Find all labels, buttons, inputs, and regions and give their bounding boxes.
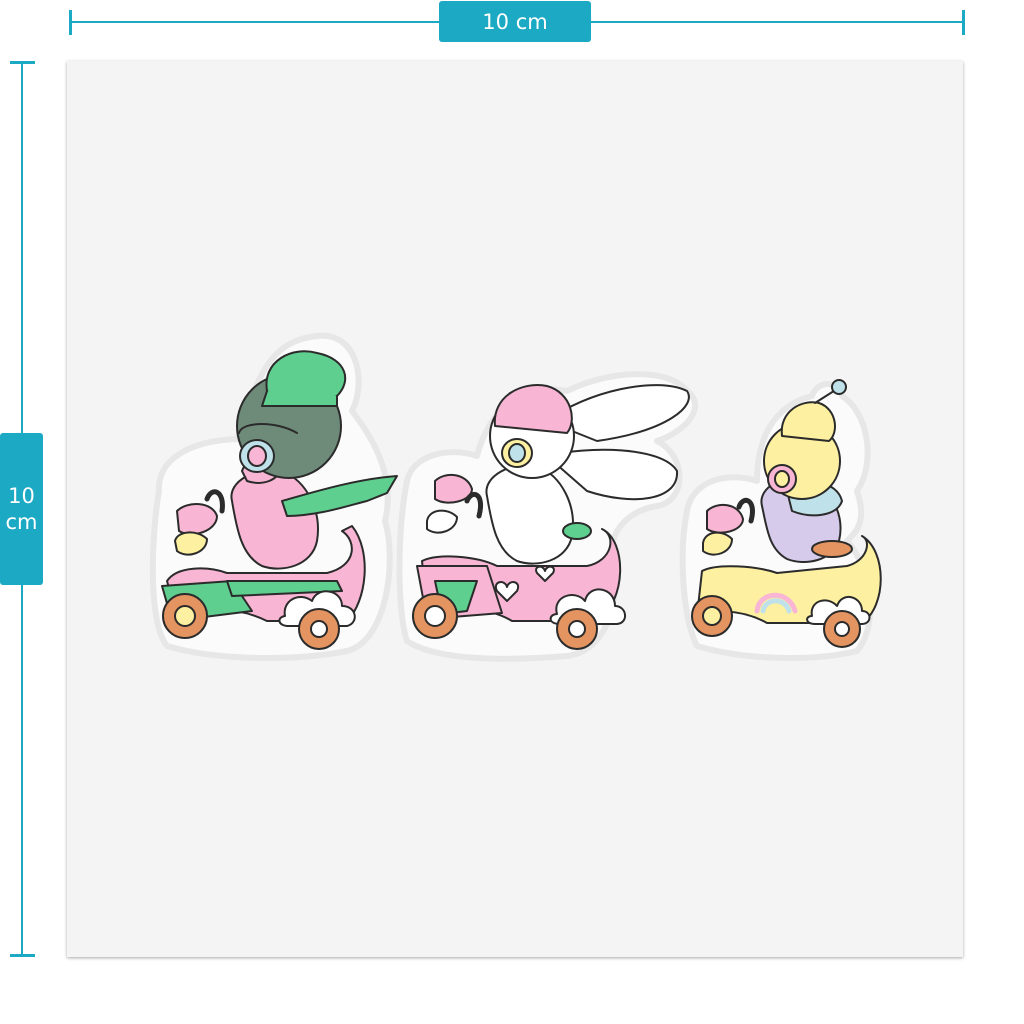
height-dimension-bottom-cap [10, 954, 35, 957]
width-label-badge: 10 cm [439, 1, 591, 42]
height-dimension-top-cap [10, 61, 35, 64]
width-dimension-left-cap [69, 10, 72, 35]
height-label-unit: cm [5, 510, 38, 534]
green-hat-rider-sticker-icon [149, 332, 398, 661]
width-dimension-right-cap [962, 10, 965, 35]
height-label-value: 10 [8, 484, 35, 508]
white-bunny-rider-sticker-icon [396, 371, 698, 662]
height-label-badge: 10 cm [0, 433, 43, 585]
width-label: 10 cm [482, 9, 548, 34]
sticker-art [149, 332, 882, 662]
yellow-robot-rider-sticker-icon [679, 379, 882, 661]
sticker-sheet [67, 61, 963, 957]
